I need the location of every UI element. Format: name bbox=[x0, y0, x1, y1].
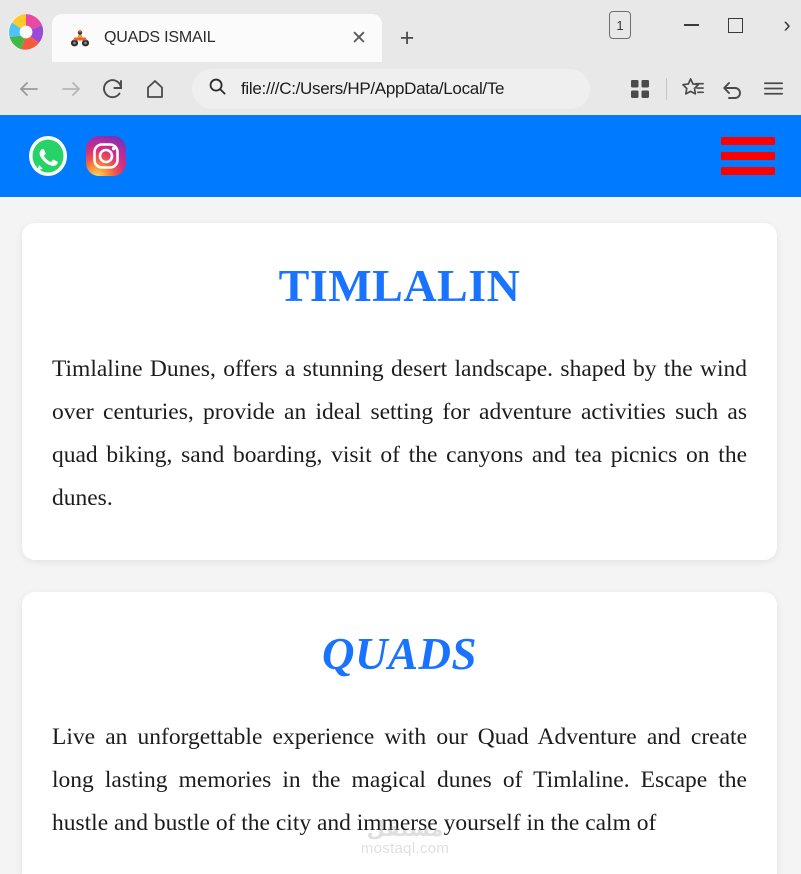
toolbar-divider bbox=[666, 77, 667, 100]
section-title: TIMLALIN bbox=[278, 260, 521, 311]
browser-tab[interactable]: QUADS ISMAIL ✕ bbox=[52, 14, 382, 62]
section-card-quads: QUADS Live an unforgettable experience w… bbox=[22, 592, 777, 874]
address-bar[interactable]: file:///C:/Users/HP/AppData/Local/Te bbox=[192, 68, 590, 109]
forward-arrow-icon[interactable] bbox=[50, 68, 92, 110]
social-links bbox=[26, 134, 128, 178]
whatsapp-icon[interactable] bbox=[26, 134, 70, 178]
tab-title: QUADS ISMAIL bbox=[104, 29, 216, 46]
browser-chrome: QUADS ISMAIL ✕ + 1 › file:///C:/Users/HP… bbox=[0, 0, 801, 115]
page-content: TIMLALIN Timlaline Dunes, offers a stunn… bbox=[0, 223, 801, 874]
section-title: QUADS bbox=[321, 629, 478, 679]
back-arrow-icon[interactable] bbox=[8, 68, 50, 110]
maximize-button[interactable] bbox=[713, 5, 757, 45]
close-icon[interactable]: ✕ bbox=[346, 25, 372, 51]
home-icon[interactable] bbox=[134, 68, 176, 110]
search-icon bbox=[208, 77, 227, 101]
url-text[interactable]: file:///C:/Users/HP/AppData/Local/Te bbox=[241, 79, 504, 99]
chrome-multicolor-swirl-logo bbox=[6, 12, 46, 52]
apps-grid-icon[interactable] bbox=[620, 69, 660, 109]
section-card-timlalin: TIMLALIN Timlaline Dunes, offers a stunn… bbox=[22, 223, 777, 560]
quad-bike-favicon bbox=[70, 28, 90, 48]
toolbar-right-group bbox=[620, 69, 793, 109]
hamburger-menu-icon[interactable] bbox=[753, 69, 793, 109]
new-tab-button[interactable]: + bbox=[390, 21, 424, 55]
section-paragraph: Timlaline Dunes, offers a stunning deser… bbox=[52, 356, 747, 511]
minimize-button[interactable] bbox=[669, 5, 713, 45]
instagram-icon[interactable] bbox=[84, 134, 128, 178]
section-paragraph: Live an unforgettable experience with ou… bbox=[52, 724, 747, 836]
tab-count-badge[interactable]: 1 bbox=[609, 11, 631, 39]
history-undo-icon[interactable] bbox=[713, 69, 753, 109]
site-header bbox=[0, 115, 801, 197]
web-page-viewport: TIMLALIN Timlaline Dunes, offers a stunn… bbox=[0, 115, 801, 874]
tab-strip: QUADS ISMAIL ✕ + 1 › bbox=[0, 0, 801, 62]
window-controls: 1 › bbox=[609, 0, 801, 50]
collections-star-icon[interactable] bbox=[673, 69, 713, 109]
site-menu-hamburger-icon[interactable] bbox=[721, 137, 775, 175]
close-window-button[interactable]: › bbox=[757, 5, 801, 45]
reload-icon[interactable] bbox=[92, 68, 134, 110]
browser-toolbar: file:///C:/Users/HP/AppData/Local/Te bbox=[0, 62, 801, 115]
